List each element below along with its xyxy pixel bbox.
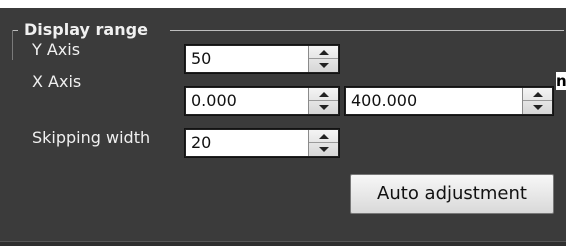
x-axis-min-spinbox[interactable]: 0.000 [184, 86, 340, 116]
group-border-right [170, 30, 564, 31]
arrow-down-icon [318, 63, 329, 68]
auto-adjustment-button[interactable]: Auto adjustment [350, 174, 554, 214]
x-axis-min-input[interactable]: 0.000 [186, 88, 308, 114]
y-axis-spinbox[interactable]: 50 [184, 44, 340, 74]
arrow-up-icon [532, 91, 543, 97]
x-axis-min-spin-buttons[interactable] [308, 88, 338, 114]
top-margin [0, 0, 569, 8]
x-axis-max-spin-buttons[interactable] [522, 88, 552, 114]
arrow-down-icon [318, 147, 329, 152]
x-axis-max-input[interactable]: 400.000 [346, 88, 522, 114]
y-axis-spin-buttons[interactable] [308, 46, 338, 72]
display-range-panel: Display range Y Axis 50 X Axis 0.000 400… [0, 0, 569, 246]
skipping-width-spinbox[interactable]: 20 [184, 128, 340, 158]
group-title: Display range [24, 20, 148, 39]
skipping-width-label: Skipping width [32, 128, 151, 147]
bottom-edge [0, 241, 566, 246]
clipped-text: n [556, 72, 567, 90]
arrow-down-icon [532, 105, 543, 110]
x-axis-max-spinbox[interactable]: 400.000 [344, 86, 554, 116]
skipping-width-decrement-button[interactable] [309, 143, 338, 156]
y-axis-label: Y Axis [32, 40, 81, 59]
y-axis-decrement-button[interactable] [309, 59, 338, 72]
arrow-up-icon [318, 133, 329, 139]
arrow-up-icon [318, 49, 329, 55]
x-axis-min-decrement-button[interactable] [309, 101, 338, 114]
arrow-down-icon [318, 105, 329, 110]
x-axis-max-increment-button[interactable] [523, 88, 552, 101]
skipping-width-spin-buttons[interactable] [308, 130, 338, 156]
skipping-width-increment-button[interactable] [309, 130, 338, 143]
y-axis-increment-button[interactable] [309, 46, 338, 59]
x-axis-label: X Axis [32, 72, 82, 91]
skipping-width-input[interactable]: 20 [186, 130, 308, 156]
group-border-vertical [12, 30, 13, 60]
x-axis-max-decrement-button[interactable] [523, 101, 552, 114]
y-axis-input[interactable]: 50 [186, 46, 308, 72]
x-axis-min-increment-button[interactable] [309, 88, 338, 101]
arrow-up-icon [318, 91, 329, 97]
